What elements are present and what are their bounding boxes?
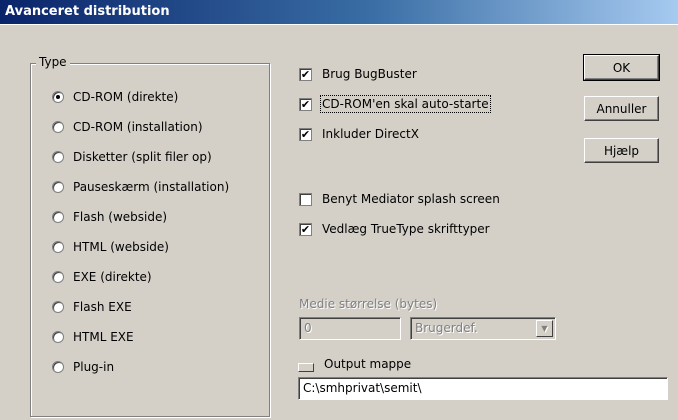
radio-button[interactable] (52, 331, 64, 343)
radio-label: Plug-in (73, 360, 115, 374)
radio-label: CD-ROM (installation) (73, 120, 203, 134)
radio-label: Flash EXE (73, 300, 132, 314)
output-path-input[interactable]: C:\smhprivat\semit\ (298, 377, 668, 400)
radio-flash-webpage[interactable]: Flash (webside) (52, 208, 167, 226)
radio-button[interactable] (52, 151, 64, 163)
radio-html-exe[interactable]: HTML EXE (52, 328, 134, 346)
cancel-button[interactable]: Annuller (584, 96, 659, 121)
radio-cdrom-installation[interactable]: CD-ROM (installation) (52, 118, 203, 136)
checkbox-autostart-row[interactable]: ✔ CD-ROM'en skal auto-starte (299, 95, 491, 113)
media-size-select[interactable]: Brugerdef. ▼ (410, 317, 556, 340)
checkbox-bugbuster-row[interactable]: ✔ Brug BugBuster (299, 65, 417, 83)
radio-label: Disketter (split filer op) (73, 150, 212, 164)
title-bar: Avanceret distribution (0, 0, 678, 24)
radio-floppy-split[interactable]: Disketter (split filer op) (52, 148, 212, 166)
help-button[interactable]: Hjælp (584, 138, 659, 163)
media-size-select-value: Brugerdef. (415, 321, 478, 335)
radio-button[interactable] (52, 91, 64, 103)
type-group-label: Type (36, 55, 70, 69)
radio-label: Flash (webside) (73, 210, 168, 224)
radio-label: EXE (direkte) (73, 270, 152, 284)
window-title: Avanceret distribution (5, 4, 170, 19)
radio-button[interactable] (52, 181, 64, 193)
checkbox-label: Brug BugBuster (322, 67, 417, 81)
checkbox-label: Inkluder DirectX (322, 127, 419, 141)
dialog-body: Type CD-ROM (direkte) CD-ROM (installati… (0, 24, 678, 420)
checkbox-bugbuster[interactable]: ✔ (299, 67, 312, 81)
radio-exe-direct[interactable]: EXE (direkte) (52, 268, 152, 286)
radio-button[interactable] (52, 361, 64, 373)
radio-button[interactable] (52, 241, 64, 253)
radio-button[interactable] (52, 301, 64, 313)
radio-button[interactable] (52, 271, 64, 283)
radio-label: HTML (webside) (73, 240, 169, 254)
checkbox-label: Benyt Mediator splash screen (322, 192, 500, 206)
radio-cdrom-direct[interactable]: CD-ROM (direkte) (52, 88, 178, 106)
radio-screensaver[interactable]: Pauseskærm (installation) (52, 178, 229, 196)
radio-label: HTML EXE (73, 330, 134, 344)
checkbox-truetype-row[interactable]: ✔ Vedlæg TrueType skrifttyper (299, 220, 490, 238)
checkbox-truetype[interactable]: ✔ (299, 222, 312, 236)
media-size-input[interactable]: 0 (299, 317, 401, 340)
output-folder-button[interactable] (298, 363, 314, 372)
radio-button[interactable] (52, 211, 64, 223)
output-folder-label: Output mappe (324, 357, 412, 371)
chevron-down-icon[interactable]: ▼ (536, 320, 553, 337)
checkbox-autostart[interactable]: ✔ (299, 97, 312, 111)
radio-label: Pauseskærm (installation) (73, 180, 230, 194)
ok-button[interactable]: OK (583, 54, 660, 81)
radio-html-webpage[interactable]: HTML (webside) (52, 238, 169, 256)
media-size-label: Medie størrelse (bytes) (299, 297, 438, 311)
checkbox-directx-row[interactable]: ✔ Inkluder DirectX (299, 125, 419, 143)
radio-plugin[interactable]: Plug-in (52, 358, 114, 376)
checkbox-directx[interactable]: ✔ (299, 127, 312, 141)
checkbox-mediator-splash[interactable] (299, 192, 312, 206)
checkbox-mediator-row[interactable]: Benyt Mediator splash screen (299, 190, 500, 208)
checkbox-label: CD-ROM'en skal auto-starte (320, 95, 491, 113)
radio-button[interactable] (52, 121, 64, 133)
radio-label: CD-ROM (direkte) (73, 90, 179, 104)
radio-flash-exe[interactable]: Flash EXE (52, 298, 132, 316)
checkbox-label: Vedlæg TrueType skrifttyper (322, 222, 490, 236)
